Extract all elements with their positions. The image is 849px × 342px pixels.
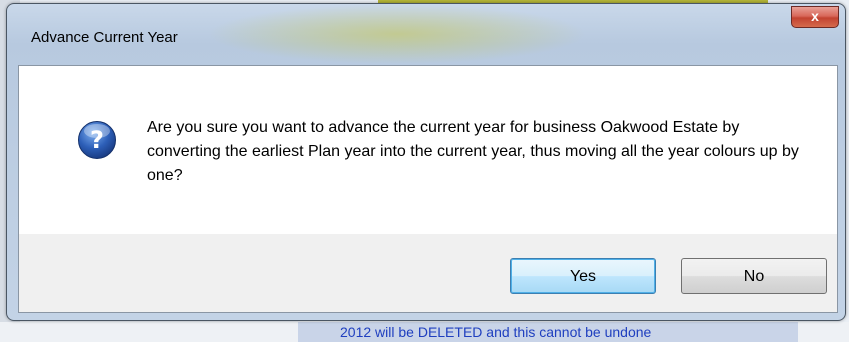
dialog-client-area: ? Are you sure you want to advance the c… <box>18 65 838 313</box>
close-button[interactable]: x <box>791 6 839 28</box>
background-warning-text: 2012 will be DELETED and this cannot be … <box>340 324 652 340</box>
message-area: ? Are you sure you want to advance the c… <box>19 66 837 234</box>
close-icon: x <box>811 8 819 24</box>
confirm-message: Are you sure you want to advance the cur… <box>147 119 799 184</box>
confirm-dialog: Advance Current Year x ? Are you sure yo… <box>6 3 846 321</box>
question-icon: ? <box>78 121 116 159</box>
dialog-title: Advance Current Year <box>31 29 178 46</box>
yes-button[interactable]: Yes <box>510 258 656 294</box>
no-button[interactable]: No <box>681 258 827 294</box>
svg-text:?: ? <box>90 126 104 154</box>
